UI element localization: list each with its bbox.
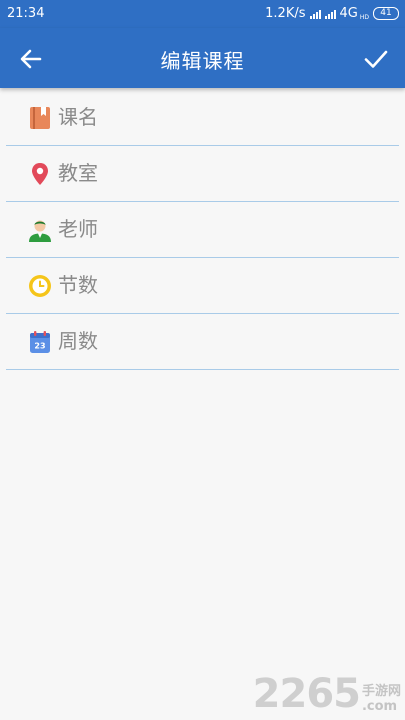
page-title: 编辑课程 <box>160 49 245 73</box>
course-name-row <box>6 90 399 146</box>
watermark-number: 2265 <box>252 671 361 717</box>
done-button[interactable] <box>359 42 393 76</box>
calendar-icon: 23 <box>30 331 50 353</box>
classroom-field[interactable] <box>58 158 378 188</box>
check-icon <box>364 50 388 68</box>
course-form: 23 <box>6 90 399 370</box>
teacher-field[interactable] <box>58 214 378 244</box>
calendar-day-number: 23 <box>34 342 45 351</box>
status-indicators: 1.2K/s 4G HD 41 <box>265 6 399 21</box>
weeks-field[interactable] <box>58 326 378 356</box>
watermark-site-name: 手游网 <box>361 684 401 699</box>
watermark-domain: .com <box>361 699 398 714</box>
clock-icon <box>29 275 51 297</box>
classroom-row <box>6 146 399 202</box>
battery-icon: 41 <box>373 7 399 20</box>
watermark-logo: 2265 手游网 .com <box>253 674 401 714</box>
cellular-signal-icon <box>324 9 336 19</box>
teacher-row <box>6 202 399 258</box>
signal-icon <box>309 9 321 19</box>
periods-row <box>6 258 399 314</box>
book-icon <box>30 107 50 129</box>
network-speed: 1.2K/s <box>265 6 306 21</box>
location-pin-icon <box>32 163 48 185</box>
battery-level: 41 <box>380 8 392 18</box>
network-type: 4G <box>339 6 358 21</box>
status-time: 21:34 <box>7 6 45 21</box>
status-bar: 21:34 1.2K/s 4G HD 41 <box>0 0 405 28</box>
hd-icon: HD <box>359 14 369 21</box>
course-name-field[interactable] <box>58 102 378 132</box>
periods-field[interactable] <box>58 270 378 300</box>
teacher-icon <box>29 220 51 242</box>
edit-course-screen: 21:34 1.2K/s 4G HD 41 编辑课程 课名 教室 老师 节数 2… <box>0 0 405 720</box>
app-bar: 编辑课程 <box>0 28 405 88</box>
weeks-row: 23 <box>6 314 399 370</box>
watermark-side: 手游网 .com <box>362 684 401 714</box>
